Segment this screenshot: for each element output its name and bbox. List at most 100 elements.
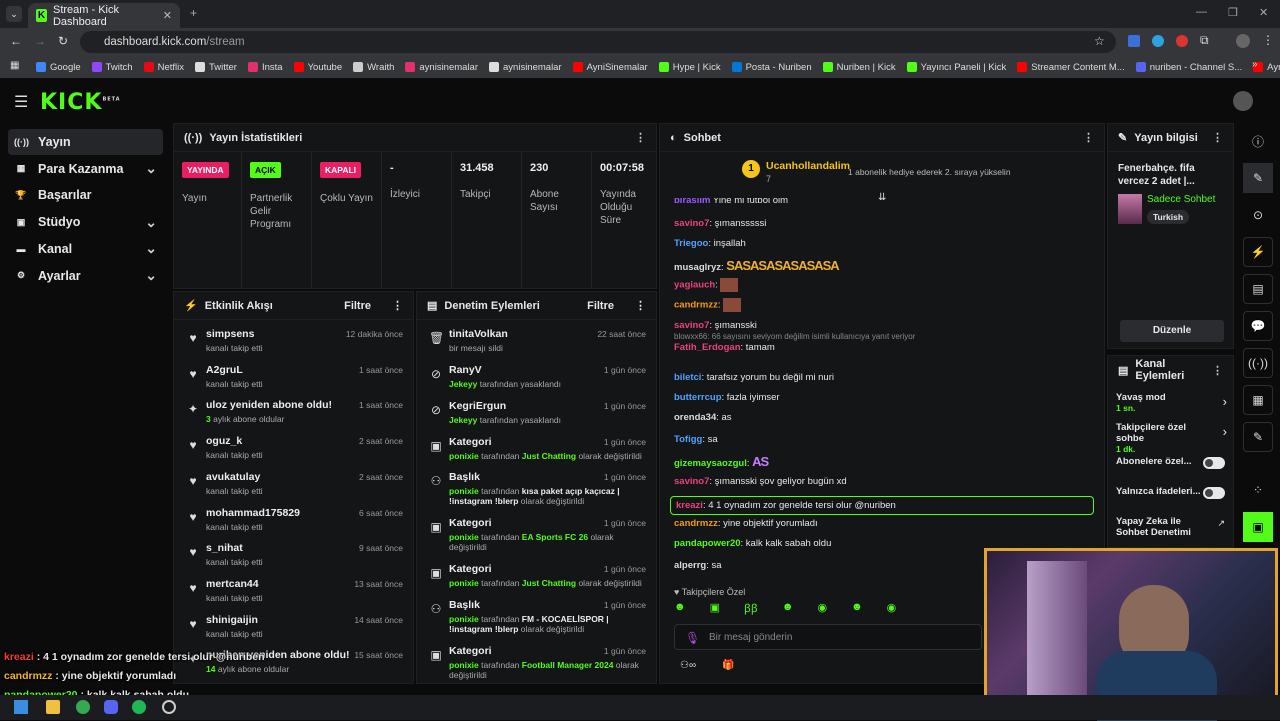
tools-icon[interactable]: ✎ (1243, 422, 1273, 452)
activity-menu-icon[interactable]: ⋮ (392, 299, 403, 312)
chat-message[interactable]: kreazi: 4 1 oynadım zor genelde tersi ol… (670, 496, 1094, 515)
profile-avatar-icon[interactable] (1236, 34, 1250, 48)
emote-bar[interactable]: ☻ ▣ ꞵꞵ ☻ ◉ ☻ ◉ (674, 601, 974, 617)
category-name[interactable]: Sadece Sohbet (1147, 194, 1215, 205)
moderation-item[interactable]: ⚇ Başlık ponixie tarafından FM - KOCAELİSP… (425, 596, 648, 640)
chat-message[interactable]: birasilm Yine mi futbol olm (674, 198, 788, 206)
moderation-item[interactable]: ⚇ Başlık ponixie tarafından kısa paket açı… (425, 468, 648, 512)
activity-item[interactable]: ♥ avukatulay kanalı takip etti 2 saat önce (182, 468, 405, 502)
channel-action-item[interactable]: Yapay Zeka ile Sohbet Denetimi ↗ (1116, 516, 1231, 544)
bookmark-item[interactable]: Hype | Kick (658, 62, 721, 73)
url-bar[interactable]: dashboard.kick.com/stream (80, 31, 1116, 53)
file-explorer-icon[interactable] (46, 700, 60, 714)
activity-item[interactable]: ♥ simpsens kanalı takip etti 12 dakika önce (182, 325, 405, 359)
gift-icon[interactable]: 🎁 (722, 660, 734, 671)
bookmark-item[interactable]: aynisinemalar (489, 62, 562, 73)
activity-item[interactable]: ♥ A2gruL kanalı takip etti 1 saat önce (182, 361, 405, 395)
chat-message[interactable]: butterrcup: fazla iyimser (674, 392, 780, 403)
chevron-down-icon[interactable]: ⌄ (145, 160, 157, 177)
sidebar-item-3[interactable]: 🏆 Başarılar (8, 182, 163, 208)
moderation-item[interactable]: ▣ Kategori ponixie tarafından EA Sports FC… (425, 514, 648, 558)
browser-tab-active[interactable]: K Stream - Kick Dashboard ✕ (28, 3, 180, 28)
sidebar-item-5[interactable]: ▬ Kanal ⌄ (8, 236, 163, 262)
activity-item[interactable]: ♥ oguz_k kanalı takip etti 2 saat önce (182, 432, 405, 466)
chat-username[interactable]: yagiauch (674, 280, 715, 291)
edit-stream-info-button[interactable]: Düzenle (1120, 320, 1224, 342)
activity-item[interactable]: ✦ uloz yeniden abone oldu! 3 aylık abone o… (182, 396, 405, 430)
mic-icon[interactable]: 🎙 (685, 631, 700, 645)
chat-message[interactable]: musaglryz: SASASASASASASA (674, 258, 840, 273)
moderation-filter-button[interactable]: Filtre (587, 300, 614, 312)
chat-message[interactable]: savino7: şımansski şov geliyor bugün xd (674, 476, 847, 487)
emote-icon[interactable]: ▣ (710, 601, 720, 617)
channel-action-item[interactable]: Yavaş mod 1 sn. › (1116, 392, 1231, 420)
channel-action-item[interactable]: Yalnızca ifadeleri... (1116, 486, 1231, 514)
obs-icon[interactable] (162, 700, 176, 714)
extension-shield-icon[interactable] (1128, 35, 1140, 47)
bookmark-item[interactable]: Yayıncı Paneli | Kick (906, 62, 1006, 73)
chat-message[interactable]: yagiauch: (674, 278, 739, 292)
bookmark-item[interactable]: nuriben - Channel S... (1135, 62, 1242, 73)
chat-username[interactable]: savino7 (674, 476, 709, 487)
broadcast-icon[interactable]: ((·)) (1243, 348, 1273, 378)
bookmark-item[interactable]: Wraith (353, 62, 394, 73)
chrome-icon[interactable] (76, 700, 90, 714)
emote-icon[interactable]: ◉ (887, 601, 897, 617)
back-icon[interactable]: ← (10, 34, 22, 48)
emote-icon[interactable]: ◉ (817, 601, 827, 617)
chat-menu-icon[interactable]: ⋮ (1083, 131, 1094, 144)
chevron-down-icon[interactable]: ⌄ (145, 214, 157, 231)
chat-tools-icon[interactable]: ⚇∞ (680, 660, 696, 671)
chat-message[interactable]: biletci: tarafsız yorum bu değil mi nuri (674, 372, 834, 383)
apps-icon[interactable]: ⁘ (1243, 475, 1273, 505)
restore-icon[interactable]: ❐ (1228, 6, 1238, 19)
activity-item[interactable]: ♥ shinigaijin kanalı takip etti 14 saat önc… (182, 611, 405, 645)
chat-message[interactable]: candrmzz: (674, 298, 742, 312)
chat-input[interactable]: 🎙 Bir mesaj gönderin (674, 624, 982, 650)
windows-start-icon[interactable] (14, 700, 28, 714)
chevron-right-icon[interactable]: › (1223, 424, 1227, 439)
chat-message[interactable]: gizemaysaozgul: AS (674, 454, 769, 469)
tab-search-icon[interactable]: ⌄ (6, 6, 22, 22)
chat-message[interactable]: blowxx66: 66 sayısını seviyom değilim is… (674, 332, 915, 353)
minimize-icon[interactable]: — (1196, 6, 1207, 18)
chat-message[interactable]: savino7: şımansski (674, 320, 757, 331)
chat-username[interactable]: birasilm (674, 198, 710, 206)
bookmark-item[interactable]: Insta (247, 62, 283, 73)
new-tab-icon[interactable]: + (190, 6, 197, 20)
stats-menu-icon[interactable]: ⋮ (635, 131, 646, 144)
emote-icon[interactable]: ꞵꞵ (744, 601, 758, 617)
forward-icon[interactable]: → (34, 34, 46, 48)
chat-username[interactable]: kreazi (676, 500, 703, 511)
chat-bubble-icon[interactable]: 💬 (1243, 311, 1273, 341)
bookmark-item[interactable]: Posta - Nuriben (731, 62, 812, 73)
chat-username[interactable]: candrmzz (674, 300, 718, 311)
bookmark-item[interactable]: AyniSinemalar (572, 62, 648, 73)
bookmark-star-icon[interactable]: ☆ (1094, 34, 1105, 48)
chat-username[interactable]: gizemaysaozgul (674, 458, 747, 469)
pencil-icon[interactable]: ✎ (1243, 163, 1273, 193)
activity-item[interactable]: ♥ mohammad175829 kanalı takip etti 6 saat ö… (182, 504, 405, 538)
more-bookmarks-icon[interactable]: » (1252, 59, 1258, 70)
sidebar-item-6[interactable]: ⚙ Ayarlar ⌄ (8, 263, 163, 289)
spotify-icon[interactable] (132, 700, 146, 714)
bookmark-item[interactable]: Google (36, 62, 81, 73)
chat-message[interactable]: orenda34: as (674, 412, 732, 423)
apps-grid-icon[interactable]: ▦ (10, 60, 19, 71)
reload-icon[interactable]: ↻ (58, 34, 68, 48)
chat-username[interactable]: Tofigg (674, 434, 702, 445)
chat-username[interactable]: savino7 (674, 218, 709, 229)
bookmark-item[interactable]: aynisinemalar (405, 62, 478, 73)
extension-record-icon[interactable] (1176, 35, 1188, 47)
discord-icon[interactable] (104, 700, 118, 714)
chevron-down-icon[interactable]: ⌄ (145, 240, 157, 257)
sidebar-item-2[interactable]: ▦ Para Kazanma ⌄ (8, 156, 163, 182)
emote-icon[interactable]: ☻ (674, 601, 686, 617)
channel-action-item[interactable]: Takipçilere özel sohbe 1 dk. › (1116, 422, 1231, 454)
chat-message[interactable]: Tofigg: sa (674, 434, 718, 445)
chat-username[interactable]: Fatih_Erdogan (674, 342, 741, 353)
chat-message[interactable]: pandapower20: kalk kalk sabah oldu (674, 538, 831, 549)
bookmark-item[interactable]: Nuriben | Kick (822, 62, 896, 73)
bookmark-item[interactable]: Twitter (194, 62, 237, 73)
chat-username[interactable]: musaglryz (674, 262, 721, 273)
